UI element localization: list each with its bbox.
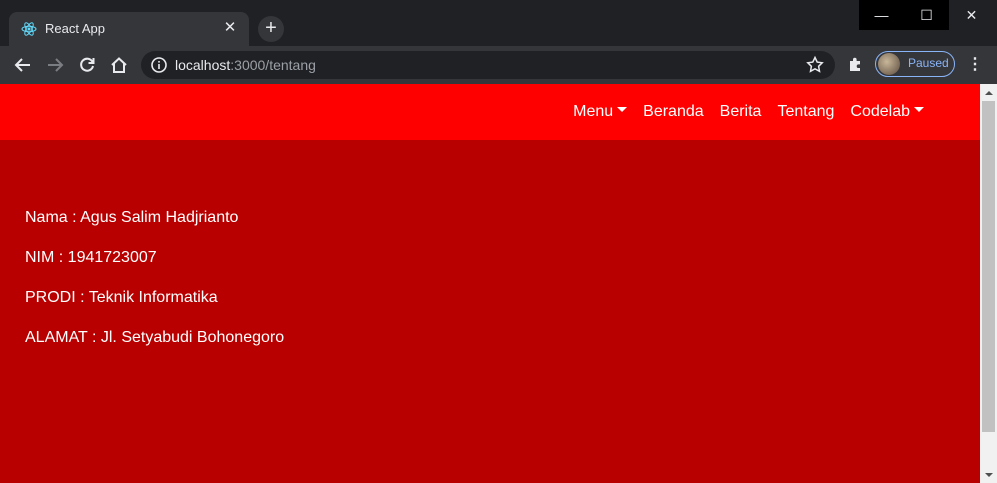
tab-close-icon[interactable]: ✕ — [221, 19, 239, 37]
page-viewport: Menu Beranda Berita Tentang Codelab Nama… — [0, 84, 980, 483]
vertical-scrollbar[interactable] — [980, 84, 997, 483]
nav-codelab-dropdown[interactable]: Codelab — [842, 103, 932, 121]
maximize-button[interactable]: ☐ — [904, 0, 949, 30]
url-text[interactable]: localhost:3000/tentang — [175, 57, 316, 73]
nav-tentang[interactable]: Tentang — [769, 103, 842, 121]
browser-tab[interactable]: React App ✕ — [9, 12, 249, 46]
nav-menu-dropdown[interactable]: Menu — [565, 103, 635, 121]
nav-label: Tentang — [777, 103, 835, 120]
name-line: Nama : Agus Salim Hadjrianto — [25, 209, 239, 226]
about-content: Nama : Agus Salim Hadjrianto NIM : 19417… — [25, 209, 284, 369]
profile-button[interactable]: Paused — [875, 51, 955, 77]
star-icon[interactable] — [805, 55, 825, 75]
url-path: :3000/tentang — [230, 57, 316, 73]
url-host: localhost — [175, 57, 231, 73]
home-icon[interactable] — [108, 54, 130, 76]
caret-down-icon — [914, 107, 924, 113]
caret-down-icon — [617, 107, 628, 113]
scroll-up-arrow-icon[interactable] — [980, 84, 997, 101]
nav-label: Codelab — [850, 103, 910, 120]
browser-toolbar: localhost:3000/tentang Paused ⋮ — [0, 46, 997, 84]
navbar-items: Menu Beranda Berita Tentang Codelab — [565, 84, 932, 140]
browser-titlebar: React App ✕ + — ☐ ✕ — [0, 0, 997, 46]
profile-status-label: Paused — [908, 56, 949, 70]
nav-label: Beranda — [643, 103, 704, 120]
react-icon — [21, 21, 37, 37]
nav-beranda[interactable]: Beranda — [635, 103, 712, 121]
nav-label: Berita — [719, 103, 762, 120]
info-icon[interactable] — [150, 56, 168, 74]
reload-icon[interactable] — [76, 54, 98, 76]
nav-label: Menu — [573, 103, 614, 120]
nim-line: NIM : 1941723007 — [25, 249, 157, 266]
address-bar[interactable]: localhost:3000/tentang — [141, 51, 835, 79]
new-tab-button[interactable]: + — [258, 16, 284, 42]
avatar — [878, 53, 900, 75]
prodi-line: PRODI : Teknik Informatika — [25, 289, 218, 306]
scroll-down-arrow-icon[interactable] — [980, 466, 997, 483]
extensions-icon[interactable] — [846, 55, 866, 75]
more-menu-icon[interactable]: ⋮ — [965, 55, 985, 75]
address-line: ALAMAT : Jl. Setyabudi Bohonegoro — [25, 329, 285, 346]
scrollbar-thumb[interactable] — [982, 101, 995, 432]
minimize-button[interactable]: — — [859, 0, 904, 30]
tab-title: React App — [45, 21, 105, 36]
forward-arrow-icon[interactable] — [44, 54, 66, 76]
back-arrow-icon[interactable] — [12, 54, 34, 76]
site-navbar: Menu Beranda Berita Tentang Codelab — [0, 84, 980, 140]
nav-berita[interactable]: Berita — [712, 103, 770, 121]
close-window-button[interactable]: ✕ — [949, 0, 994, 30]
